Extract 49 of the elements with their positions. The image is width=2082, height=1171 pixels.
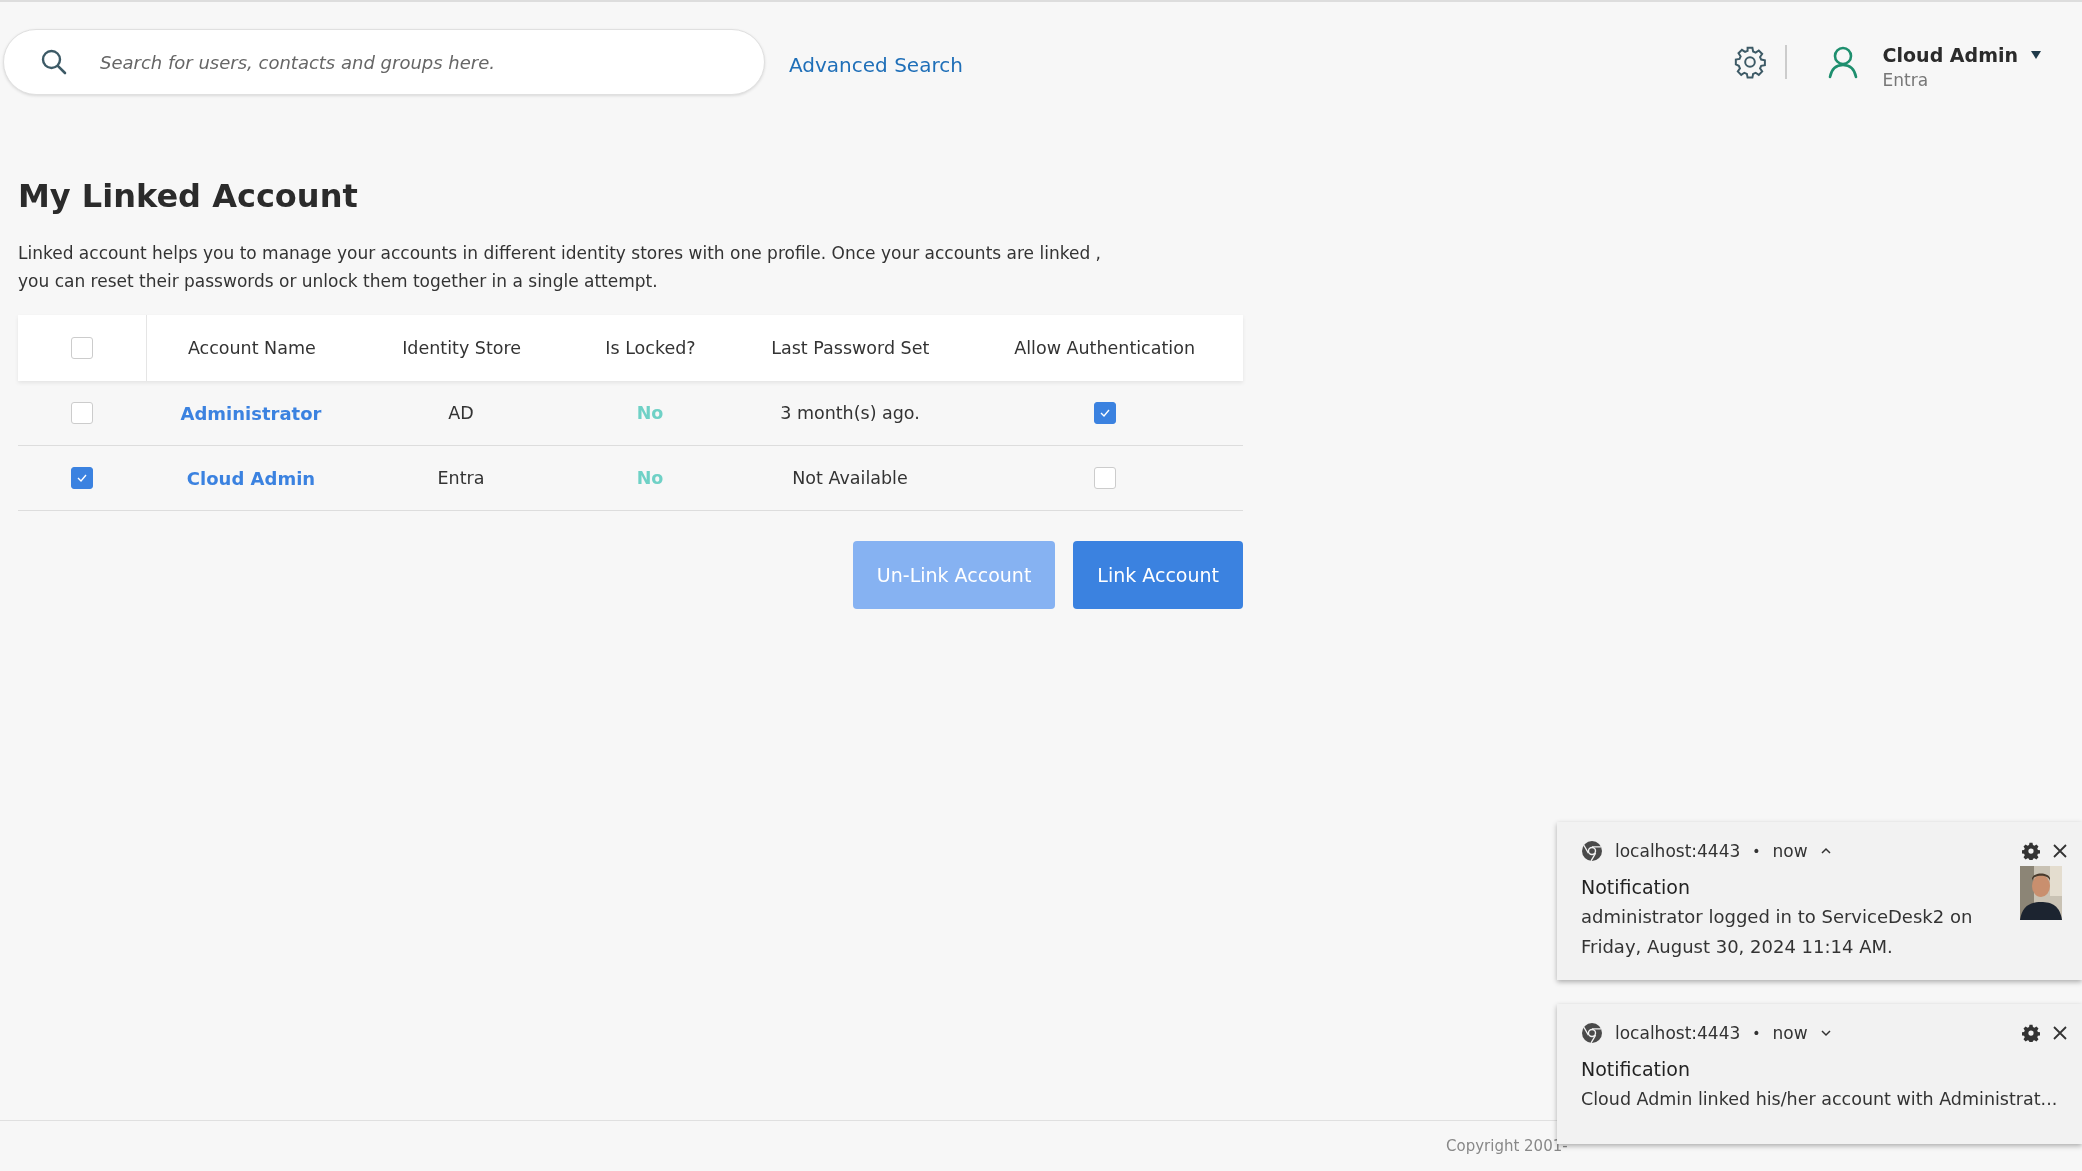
column-header: Allow Authentication [1014,338,1195,358]
page-description: Linked account helps you to manage your accounts in different identity stores with one profile. Once your accounts are linked , you can reset their passwords or unlock them together in a single attempt. [18,242,1102,293]
allow-authentication-checkbox[interactable] [1093,402,1116,424]
column-header: Account Name [187,338,316,358]
chevron-icon[interactable] [1819,846,1832,856]
caret-icon[interactable] [2030,50,2042,60]
locked-status: No [636,468,664,488]
column-header: Identity Store [402,338,522,358]
notification-message: Cloud Admin linked his/her account with Administrat... [1581,1088,2059,1111]
browser-icon [1581,840,1603,862]
notification-card[interactable]: localhost:4443 • now Notification administrator logged in to ServiceDesk2 on Friday, August 30, 2024 11:14 AM. [1557,822,2082,980]
search-icon [40,48,68,76]
row-checkbox[interactable] [71,467,93,489]
account-name-link[interactable]: Administrator [180,402,322,424]
table-cell: Not Available [792,468,908,488]
allow-authentication-checkbox[interactable] [1093,467,1116,489]
advanced-search-link[interactable]: Advanced Search [789,53,963,77]
select-all-checkbox[interactable] [70,337,93,359]
account-name-link[interactable]: Cloud Admin [186,467,316,489]
close-icon[interactable] [2052,843,2068,859]
user-name[interactable]: Cloud Admin [1882,44,2018,66]
notification-title: Notification [1581,1058,1692,1080]
notification-time: now [1772,841,1808,861]
settings-icon[interactable] [2022,842,2040,860]
notification-source: localhost:4443 [1615,1023,1741,1043]
row-checkbox[interactable] [71,402,93,424]
user-icon[interactable] [1826,45,1859,79]
notification-source: localhost:4443 [1615,841,1741,861]
search-field[interactable]: Search for users, contacts and groups here. [3,29,765,95]
link-account-button[interactable]: Link Account [1073,541,1243,609]
column-header: Is Locked? [605,338,696,358]
settings-icon[interactable] [1732,45,1767,79]
notification-title: Notification [1581,876,1692,898]
column-header: Last Password Set [771,338,930,358]
table-cell: 3 month(s) ago. [780,403,920,423]
table-cell: AD [448,403,474,423]
notification-message: administrator logged in to ServiceDesk2 on Friday, August 30, 2024 11:14 AM. [1581,905,1974,959]
chevron-icon[interactable] [1819,1028,1832,1038]
table-cell: Entra [437,468,485,488]
notification-time: now [1772,1023,1808,1043]
user-store: Entra [1882,70,1930,90]
settings-icon[interactable] [2022,1024,2040,1042]
separator-dot: • [1752,843,1761,859]
separator-dot: • [1752,1025,1761,1041]
browser-icon [1581,1022,1603,1044]
page-title: My Linked Account [18,177,359,215]
close-icon[interactable] [2052,1025,2068,1041]
locked-status: No [636,403,664,423]
notification-card[interactable]: localhost:4443 • now Notification Cloud Admin linked his/her account with Administrat... [1557,1004,2082,1144]
